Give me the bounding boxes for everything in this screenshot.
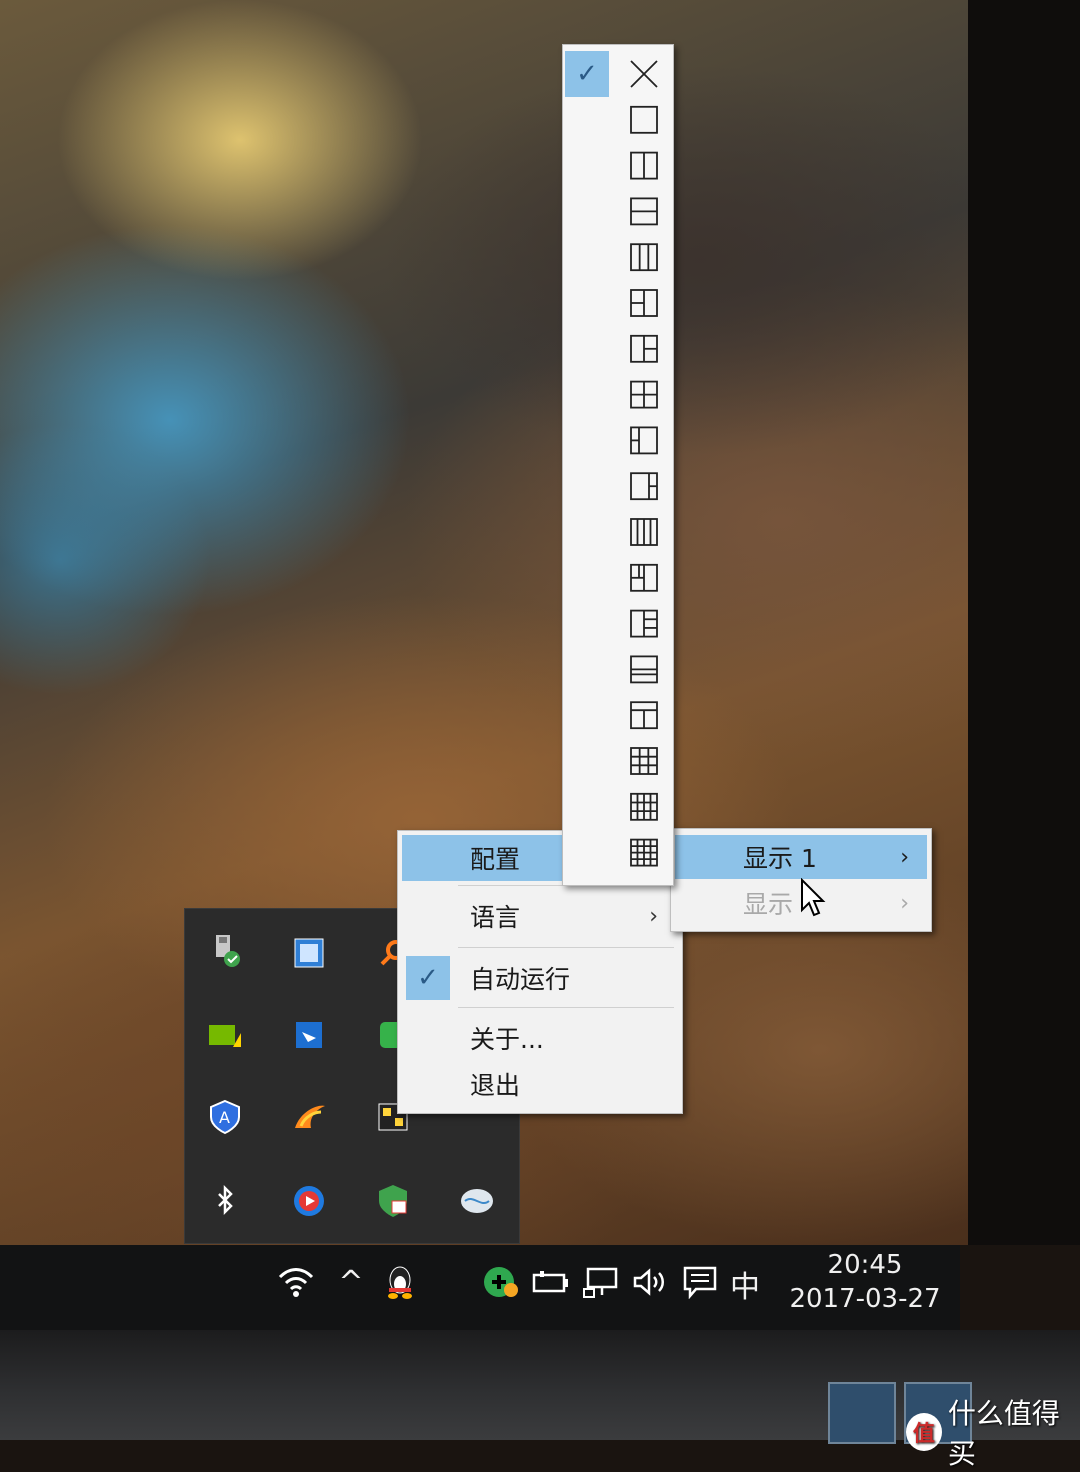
grid-variant-a-icon[interactable] xyxy=(630,563,658,592)
chevron-right-icon: › xyxy=(900,844,909,870)
nvidia-warning-icon[interactable] xyxy=(205,1015,245,1055)
left-narrow-icon[interactable] xyxy=(630,426,658,455)
menu-item-label: 退出 xyxy=(470,1071,521,1100)
two-rows-icon[interactable] xyxy=(630,197,658,226)
show-hidden-icons-button[interactable]: ^ xyxy=(334,1262,368,1302)
menu-separator xyxy=(458,1007,674,1008)
left-split-right-icon[interactable] xyxy=(630,289,658,317)
submenu-item-display-1[interactable]: 显示 1 › xyxy=(675,835,927,879)
svg-text:A: A xyxy=(219,1108,230,1127)
app-blue-doc-icon[interactable] xyxy=(289,933,329,973)
network-globe-icon[interactable] xyxy=(457,1181,497,1221)
media-player-icon[interactable] xyxy=(289,1181,329,1221)
four-columns-icon[interactable] xyxy=(630,518,658,546)
menu-separator xyxy=(458,947,674,948)
volume-icon[interactable] xyxy=(630,1262,670,1302)
menu-item-label: 配置 xyxy=(470,845,521,874)
watermark-text: 什么值得买 xyxy=(947,1397,1060,1470)
clock-time[interactable]: 20:45 xyxy=(800,1250,930,1280)
watermark-badge-icon: 值 xyxy=(906,1413,942,1451)
grid-variant-b-icon[interactable] xyxy=(630,609,658,638)
menu-item-label: 自动运行 xyxy=(470,965,571,994)
menu-item-exit[interactable]: 退出 xyxy=(402,1061,678,1107)
monitor-bezel-right xyxy=(968,0,1080,1245)
chevron-right-icon: › xyxy=(900,890,909,916)
ime-indicator[interactable]: 中 xyxy=(730,1262,760,1306)
quad-grid-icon[interactable] xyxy=(630,380,658,409)
grid-4x3-icon[interactable] xyxy=(630,792,658,821)
wifi-icon[interactable] xyxy=(274,1262,318,1302)
battery-power-icon[interactable] xyxy=(530,1262,572,1302)
submenu-item-label: 显示 xyxy=(743,890,794,919)
layout-icons-svg xyxy=(630,60,658,867)
qq-penguin-icon[interactable] xyxy=(380,1262,420,1302)
shield-a-icon[interactable]: A xyxy=(205,1097,245,1137)
layout-picker-strip: ✓ xyxy=(562,44,674,886)
site-watermark: 值 什么值得买 xyxy=(906,1392,1080,1472)
app-bird-icon[interactable] xyxy=(289,1015,329,1055)
bluetooth-icon[interactable] xyxy=(205,1181,245,1221)
grid-3x3-icon[interactable] xyxy=(630,747,658,775)
right-narrow-icon[interactable] xyxy=(630,472,658,501)
menu-item-label: 语言 xyxy=(470,903,521,932)
phoenix-app-icon[interactable] xyxy=(289,1097,329,1137)
submenu-item-label: 显示 1 xyxy=(743,844,817,873)
network-monitor-icon[interactable] xyxy=(580,1262,622,1302)
grid-4x4-icon[interactable] xyxy=(630,838,658,867)
mouse-cursor-icon xyxy=(801,878,826,917)
three-columns-icon[interactable] xyxy=(630,243,658,272)
menu-item-language[interactable]: 语言 › xyxy=(402,893,678,939)
usb-safe-remove-icon[interactable] xyxy=(205,931,245,971)
bottom-row-icon[interactable] xyxy=(630,655,658,684)
menu-item-label: 关于... xyxy=(470,1025,544,1054)
right-split-left-icon[interactable] xyxy=(630,334,658,363)
chevron-up-icon: ^ xyxy=(338,1264,364,1300)
checkmark-icon: ✓ xyxy=(406,956,450,1000)
clock-date[interactable]: 2017-03-27 xyxy=(780,1284,950,1314)
menu-item-autorun[interactable]: ✓ 自动运行 xyxy=(402,955,678,1001)
single-layout-icon[interactable] xyxy=(630,105,658,134)
close-layout-icon[interactable] xyxy=(630,60,658,88)
chevron-right-icon: › xyxy=(649,903,658,929)
windows-sticker-icon xyxy=(828,1382,896,1444)
security-shield-icon[interactable] xyxy=(373,1181,413,1221)
action-center-icon[interactable] xyxy=(680,1262,720,1302)
two-columns-icon[interactable] xyxy=(630,151,658,180)
top-row-icon[interactable] xyxy=(630,701,658,730)
green-plus-app-icon[interactable] xyxy=(480,1262,520,1302)
menu-item-about[interactable]: 关于... xyxy=(402,1015,678,1061)
